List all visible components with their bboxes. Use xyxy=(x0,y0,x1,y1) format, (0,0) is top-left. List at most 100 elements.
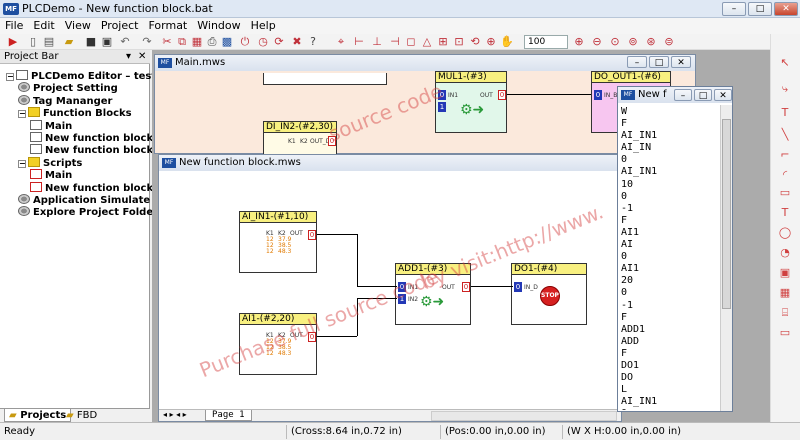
group-icon[interactable]: ⊡ xyxy=(452,35,466,48)
nfb-min-button[interactable]: – xyxy=(674,89,692,101)
tab-fbd-component[interactable]: ▰ FBD Component xyxy=(62,409,150,434)
do1-in-pin[interactable]: 0 xyxy=(514,282,522,292)
grid-tool-icon[interactable]: ▦ xyxy=(778,286,792,300)
tree-item[interactable]: − Function Blocks xyxy=(18,107,132,119)
distribute-icon[interactable]: ⊞ xyxy=(436,35,450,48)
close-button[interactable]: ✕ xyxy=(774,2,798,16)
tree-expander-icon[interactable]: − xyxy=(6,73,14,81)
zoom-page-icon[interactable]: ⊚ xyxy=(626,35,640,48)
nfb-popup-window: MF New f – □ ✕ W F AI_IN1 AI_IN 0 AI_IN1 10 0 -1… xyxy=(617,86,733,412)
rotate-icon[interactable]: ⟲ xyxy=(468,35,482,48)
clock-icon[interactable]: ◷ xyxy=(256,35,270,48)
compile-icon[interactable]: ▩ xyxy=(220,35,234,48)
new-file-icon[interactable]: ▯ xyxy=(26,35,40,48)
tree-expander-icon[interactable]: − xyxy=(18,110,26,119)
zoom-in-icon[interactable]: ⊕ xyxy=(572,35,586,48)
arc-tool-icon[interactable]: ◜ xyxy=(778,168,792,182)
zoom-fit-icon[interactable]: ⊕ xyxy=(484,35,498,48)
nfb-text-area[interactable]: W F AI_IN1 AI_IN 0 AI_IN1 10 0 -1 F AI1 AI 0 AI1 20 0 -1… xyxy=(621,106,721,410)
connector-tool-icon[interactable]: ⤷ xyxy=(778,82,792,96)
menu-window[interactable]: Window xyxy=(192,18,245,33)
app-icon: MF xyxy=(3,3,19,15)
save-icon[interactable]: ■ xyxy=(84,35,98,48)
main-partial-block[interactable] xyxy=(263,73,387,85)
save-all-icon[interactable]: ▣ xyxy=(100,35,114,48)
paste-icon[interactable]: ▦ xyxy=(190,35,204,48)
maximize-button[interactable]: □ xyxy=(748,2,772,16)
cylinder-tool-icon[interactable]: ⌸ xyxy=(778,306,792,320)
tree-item[interactable]: Project Setting xyxy=(18,82,118,94)
new-doc-icon[interactable]: ▤ xyxy=(42,35,56,48)
menu-project[interactable]: Project xyxy=(96,18,144,33)
ai-in1-out-pin[interactable]: 0 xyxy=(308,230,316,240)
tree-item[interactable]: New function block xyxy=(30,132,153,144)
mul1-out-pin[interactable]: 0 xyxy=(498,90,506,100)
menu-file[interactable]: File xyxy=(0,18,28,33)
stop-icon[interactable]: ✖ xyxy=(290,35,304,48)
close-icon[interactable]: ✕ xyxy=(138,50,146,64)
tree-item[interactable]: − Scripts xyxy=(18,156,82,169)
hand-icon[interactable]: ✋ xyxy=(500,35,514,48)
minimize-button[interactable]: – xyxy=(722,2,746,16)
page-nav-icon[interactable]: ◂ ▸ ◂ ▸ xyxy=(163,410,187,419)
tree-item[interactable]: Main xyxy=(30,119,72,132)
mul1-block[interactable]: MUL1-(#3) 0 1 IN1 OUT 0 ⚙➜ xyxy=(435,71,507,133)
cut-icon[interactable]: ✂ xyxy=(160,35,174,48)
rect-tool-icon[interactable]: ▭ xyxy=(778,186,792,200)
tree-item[interactable]: Application Simulate xyxy=(18,194,150,206)
nfb-max-button[interactable]: □ xyxy=(694,89,712,101)
tree-item[interactable]: New function block xyxy=(30,144,153,156)
menu-edit[interactable]: Edit xyxy=(28,18,59,33)
tree-item[interactable]: Main xyxy=(30,169,72,181)
main-min-button[interactable]: – xyxy=(627,56,647,68)
text-tool-icon[interactable]: T xyxy=(778,106,792,120)
tree-item[interactable]: Tag Mananger xyxy=(18,94,112,107)
main-close-button[interactable]: ✕ xyxy=(671,56,691,68)
scroll-thumb[interactable] xyxy=(722,119,731,309)
bar-tool-icon[interactable]: ▭ xyxy=(778,326,792,340)
tree-expander-icon[interactable]: − xyxy=(18,159,26,168)
open-icon[interactable]: ▰ xyxy=(62,35,76,48)
pointer-tool-icon[interactable]: ↖ xyxy=(778,56,792,70)
tree-item[interactable]: Explore Project Folder xyxy=(18,206,158,218)
add1-out-pin[interactable]: 0 xyxy=(462,282,470,292)
menu-format[interactable]: Format xyxy=(143,18,192,33)
sync-icon[interactable]: ⟳ xyxy=(272,35,286,48)
tree-item[interactable]: New function block xyxy=(30,181,153,194)
main-max-button[interactable]: □ xyxy=(649,56,669,68)
image-tool-icon[interactable]: ▣ xyxy=(778,266,792,280)
undo-icon[interactable]: ↶ xyxy=(118,35,132,48)
align-right-icon[interactable]: ⊣ xyxy=(388,35,402,48)
run-icon[interactable]: ▶ xyxy=(6,35,20,48)
zoom-width-icon[interactable]: ⊛ xyxy=(644,35,658,48)
ai-in1-block[interactable]: AI_IN1-(#1,10) K1 K2 OUT 12 12 12 37.9 3… xyxy=(239,211,317,273)
menu-help[interactable]: Help xyxy=(246,18,281,33)
frame-icon[interactable]: ◻ xyxy=(404,35,418,48)
polyline-tool-icon[interactable]: ⌐ xyxy=(778,148,792,162)
help-icon[interactable]: ? xyxy=(306,35,320,48)
triangle-icon[interactable]: △ xyxy=(420,35,434,48)
pin-icon[interactable]: ▾ xyxy=(126,50,131,64)
power-icon[interactable]: ⏻ xyxy=(238,35,252,48)
print-icon[interactable]: ⎙ xyxy=(205,35,219,48)
copy-icon[interactable]: ⧉ xyxy=(175,35,189,48)
page-tab[interactable]: Page 1 xyxy=(205,410,252,421)
do1-block[interactable]: DO1-(#4) 0 IN_D STOP xyxy=(511,263,587,325)
select-tool-icon[interactable]: ⌖ xyxy=(334,35,348,48)
zoom-out-icon[interactable]: ⊖ xyxy=(590,35,604,48)
line-tool-icon[interactable]: ╲ xyxy=(778,128,792,142)
ellipse-tool-icon[interactable]: ◔ xyxy=(778,246,792,260)
align-center-icon[interactable]: ⊥ xyxy=(370,35,384,48)
vertical-scrollbar[interactable] xyxy=(720,105,732,411)
circle-tool-icon[interactable]: ◯ xyxy=(778,226,792,240)
zoom-select[interactable]: 100 xyxy=(524,35,568,49)
horizontal-scrollbar[interactable] xyxy=(431,411,617,421)
do-out1-in-pin[interactable]: 0 xyxy=(594,90,602,100)
zoom-window-icon[interactable]: ⊙ xyxy=(608,35,622,48)
align-left-icon[interactable]: ⊢ xyxy=(352,35,366,48)
nfb-close-button[interactable]: ✕ xyxy=(714,89,732,101)
menu-view[interactable]: View xyxy=(60,18,96,33)
redo-icon[interactable]: ↷ xyxy=(140,35,154,48)
text2-tool-icon[interactable]: T xyxy=(778,206,792,220)
zoom-height-icon[interactable]: ⊜ xyxy=(662,35,676,48)
